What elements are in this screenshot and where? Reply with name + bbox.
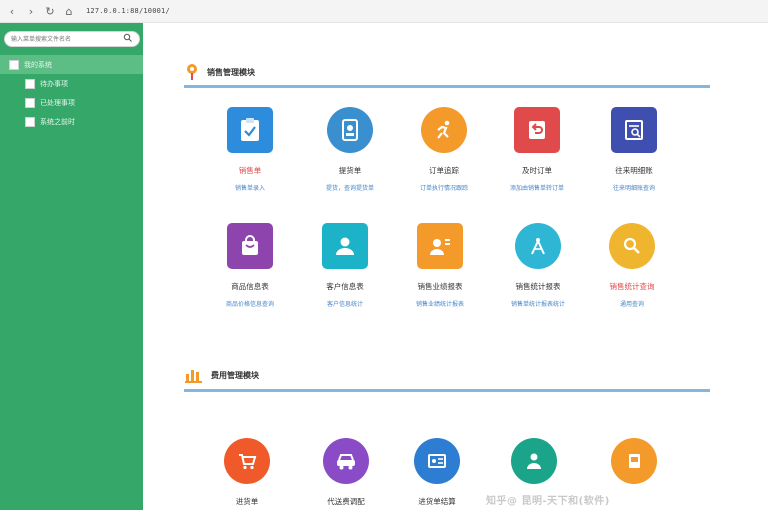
tile-subtitle: 订单执行情况跟踪 [419,185,468,192]
section-title: 费用管理模块 [211,370,259,380]
tree-item[interactable]: 已处理事项 [0,93,143,112]
tile-title: 进货单结算 [418,497,456,506]
tree-item-label: 系统之前时 [40,117,75,126]
running-person-icon [421,107,467,153]
compass-icon [515,223,561,269]
shopping-bag-icon [227,223,273,269]
tile-title: 代送费调配 [327,497,365,506]
search-placeholder: 输入菜单搜索文件名名 [11,36,72,43]
tile-title: 销售统计报表 [515,282,561,291]
user-icon [322,223,368,269]
tile-subtitle: 销售单录入 [234,185,265,192]
section-divider [184,389,710,392]
tile-title: 及时订单 [522,166,552,175]
car-icon [323,438,369,484]
id-card-icon [417,223,463,269]
map-pin-icon [187,64,197,80]
back-icon[interactable]: ‹ [5,4,19,18]
tile-sales-performance[interactable]: 销售业绩报表 销售业绩统计报表 [395,223,485,308]
tile-subtitle: 销售单统计报表统计 [510,301,565,308]
checkbox[interactable] [25,78,35,89]
address-bar[interactable]: 127.0.0.1:88/10001/ [86,7,170,15]
tree-item-label: 我的系统 [24,60,52,69]
tree-item[interactable]: 待办事项 [0,74,143,93]
tile-subtitle: 往来明细账查询 [612,185,655,192]
tile-title: 销售统计查询 [609,282,655,291]
tile-purchase-settlement[interactable]: 进货单结算 [392,438,482,507]
browser-toolbar: ‹ › ↻ ⌂ 127.0.0.1:88/10001/ [0,0,768,23]
forward-icon[interactable]: › [24,4,38,18]
main-content: 销售管理模块 费用管理模块 销售单 销售单录入 提货单 提货，查询提货单 订单追… [143,23,768,510]
tile-document[interactable] [589,438,679,496]
tile-subtitle: 销售业绩统计报表 [415,301,464,308]
tile-sales-order[interactable]: 销售单 销售单录入 [205,107,295,192]
tile-team[interactable] [489,438,579,496]
tile-delivery-fee[interactable]: 代送费调配 [301,438,391,507]
section-title: 销售管理模块 [207,67,255,77]
tile-title: 销售业绩报表 [417,282,463,291]
section-divider [184,85,710,88]
tile-subtitle: 客户信息统计 [326,301,363,308]
search-icon[interactable] [123,33,133,43]
tree-item[interactable]: 系统之前时 [0,112,143,131]
tile-sales-stat-query[interactable]: 销售统计查询 通用查询 [587,223,677,308]
card-icon [414,438,460,484]
section-header-expense: 费用管理模块 [185,367,259,383]
people-icon [511,438,557,484]
tile-title: 客户信息表 [326,282,364,291]
tile-pickup-order[interactable]: 提货单 提货，查询提货单 [305,107,395,192]
tile-subtitle: 提货，查询提货单 [325,185,374,192]
menu-search-input[interactable]: 输入菜单搜索文件名名 [4,31,140,47]
sidebar: 输入菜单搜索文件名名 我的系统 待办事项 已处理事项 系统之前时 [0,23,143,510]
tile-title: 销售单 [238,166,262,175]
tile-title: 进货单 [235,497,259,506]
watermark: 知乎@ 昆明-天下和(软件) [486,496,610,507]
checkbox[interactable] [9,59,19,70]
tree-item-label: 待办事项 [40,79,68,88]
reload-icon[interactable]: ↻ [43,4,57,18]
cart-icon [224,438,270,484]
section-header-sales: 销售管理模块 [185,63,255,81]
menu-tree: 我的系统 待办事项 已处理事项 系统之前时 [0,55,143,131]
home-icon[interactable]: ⌂ [62,4,76,18]
clipboard-check-icon [227,107,273,153]
checkbox[interactable] [25,97,35,108]
tile-order-tracking[interactable]: 订单追踪 订单执行情况跟踪 [399,107,489,192]
tile-subtitle: 通用查询 [619,301,644,308]
tile-timely-order[interactable]: 及时订单 添加由销售单转订单 [492,107,582,192]
tile-title: 提货单 [338,166,362,175]
tree-item-label: 已处理事项 [40,98,75,107]
tile-purchase-order[interactable]: 进货单 [202,438,292,507]
tile-title: 往来明细账 [615,166,653,175]
document-user-icon [327,107,373,153]
tile-subtitle: 商品价格信息查询 [225,301,274,308]
tree-item-root[interactable]: 我的系统 [0,55,143,74]
tile-sales-stat-report[interactable]: 销售统计报表 销售单统计报表统计 [493,223,583,308]
tile-title: 订单追踪 [429,166,459,175]
ledger-icon [611,107,657,153]
checkbox[interactable] [25,116,35,127]
bar-chart-icon [185,370,202,383]
tile-ledger[interactable]: 往来明细账 往来明细账查询 [589,107,679,192]
return-arrow-icon [514,107,560,153]
doc-icon [611,438,657,484]
tile-customer-info[interactable]: 客户信息表 客户信息统计 [300,223,390,308]
magnifier-icon [609,223,655,269]
tile-title: 商品信息表 [231,282,269,291]
tile-product-info[interactable]: 商品信息表 商品价格信息查询 [205,223,295,308]
tile-subtitle: 添加由销售单转订单 [509,185,564,192]
